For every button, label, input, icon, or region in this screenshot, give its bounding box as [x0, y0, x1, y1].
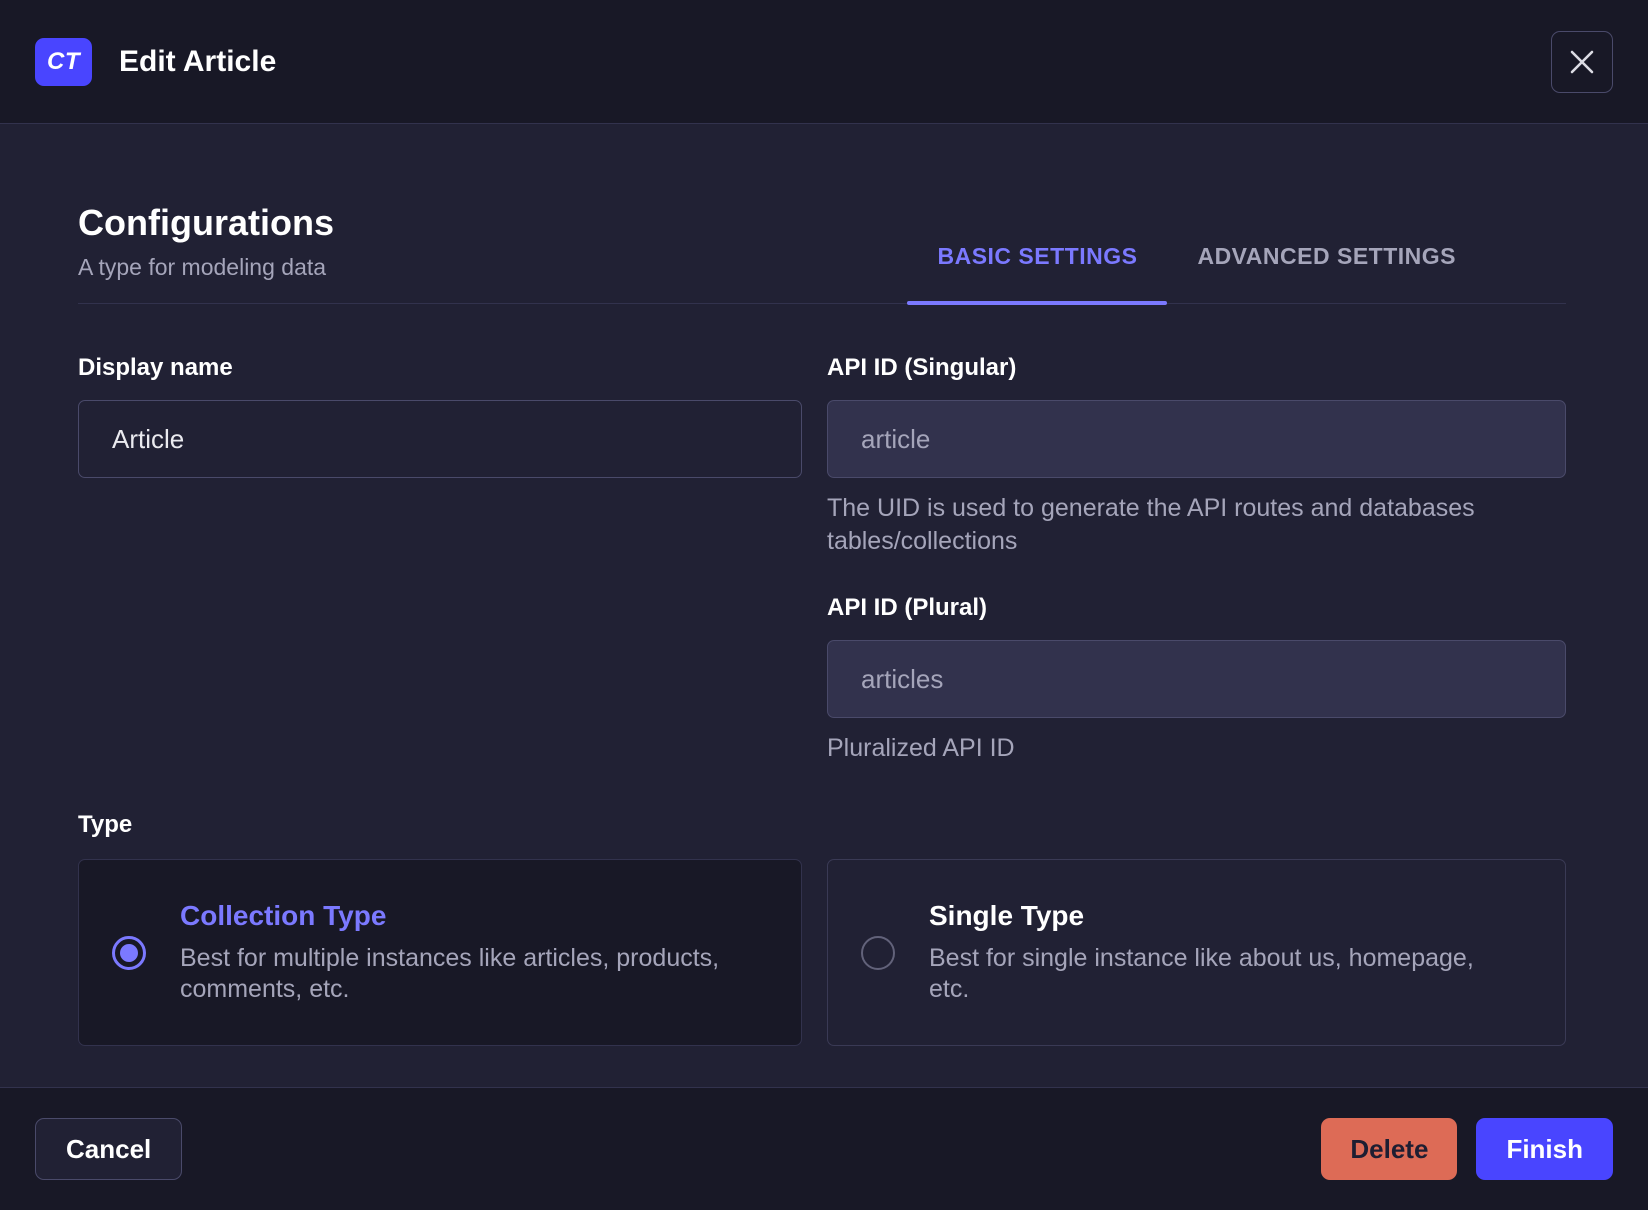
type-label: Type: [78, 811, 133, 839]
cancel-button[interactable]: Cancel: [35, 1118, 183, 1180]
finish-button[interactable]: Finish: [1476, 1118, 1613, 1180]
active-tab-underline: [907, 301, 1168, 306]
display-name-input[interactable]: [78, 400, 802, 479]
api-id-singular-hint: The UID is used to generate the API rout…: [827, 494, 1475, 556]
configurations-header: Configurations A type for modeling data …: [78, 202, 1566, 306]
radio-unselected-icon[interactable]: [861, 935, 895, 970]
tab-basic-settings-label: BASIC SETTINGS: [937, 243, 1138, 270]
collection-type-text: Collection Type Best for multiple instan…: [180, 900, 740, 1005]
modal-header: CT Edit Article: [0, 0, 1648, 124]
type-cards: Collection Type Best for multiple instan…: [78, 859, 1566, 1047]
radio-dot: [120, 943, 138, 962]
display-name-field: Display name: [78, 354, 802, 479]
heading-block: Configurations A type for modeling data: [78, 202, 334, 303]
api-id-plural-input[interactable]: [827, 640, 1566, 719]
api-id-singular-input[interactable]: [827, 400, 1566, 479]
delete-button[interactable]: Delete: [1321, 1118, 1458, 1180]
single-type-description: Best for single instance like about us, …: [929, 944, 1474, 1004]
collection-type-description: Best for multiple instances like article…: [180, 944, 720, 1004]
right-column: API ID (Singular) The UID is used to gen…: [827, 354, 1566, 765]
modal-title: Edit Article: [119, 44, 277, 78]
tab-advanced-settings[interactable]: ADVANCED SETTINGS: [1167, 243, 1486, 303]
modal-body: Configurations A type for modeling data …: [0, 124, 1648, 1087]
api-id-singular-field: API ID (Singular) The UID is used to gen…: [827, 354, 1566, 558]
display-name-label: Display name: [78, 354, 233, 382]
single-type-text: Single Type Best for single instance lik…: [929, 900, 1489, 1005]
single-type-option[interactable]: Single Type Best for single instance lik…: [827, 859, 1566, 1047]
tab-advanced-settings-label: ADVANCED SETTINGS: [1197, 243, 1456, 270]
radio-selected-icon[interactable]: [112, 935, 146, 970]
fields-grid: Display name API ID (Singular) The UID i…: [78, 354, 1566, 765]
content-type-badge-label: CT: [47, 47, 80, 75]
collection-type-title: Collection Type: [180, 900, 387, 932]
edit-article-modal: CT Edit Article Configurations A type fo…: [0, 0, 1648, 1210]
close-button[interactable]: [1551, 30, 1613, 93]
section-title: Configurations: [78, 202, 334, 243]
tab-basic-settings[interactable]: BASIC SETTINGS: [907, 243, 1168, 306]
api-id-plural-field: API ID (Plural) Pluralized API ID: [827, 594, 1566, 765]
left-column: Display name: [78, 354, 802, 765]
content-type-badge: CT: [35, 37, 92, 86]
section-subtitle: A type for modeling data: [78, 254, 327, 281]
type-section: Type Collection Type Best for multiple i…: [78, 811, 1566, 1047]
api-id-plural-label: API ID (Plural): [827, 594, 988, 622]
api-id-singular-label: API ID (Singular): [827, 354, 1017, 382]
api-id-plural-hint: Pluralized API ID: [827, 734, 1015, 763]
collection-type-option[interactable]: Collection Type Best for multiple instan…: [78, 859, 802, 1047]
modal-footer: Cancel Delete Finish: [0, 1087, 1648, 1210]
single-type-title: Single Type: [929, 900, 1085, 932]
settings-tabs: BASIC SETTINGS ADVANCED SETTINGS: [907, 243, 1486, 306]
close-icon: [1570, 50, 1594, 73]
